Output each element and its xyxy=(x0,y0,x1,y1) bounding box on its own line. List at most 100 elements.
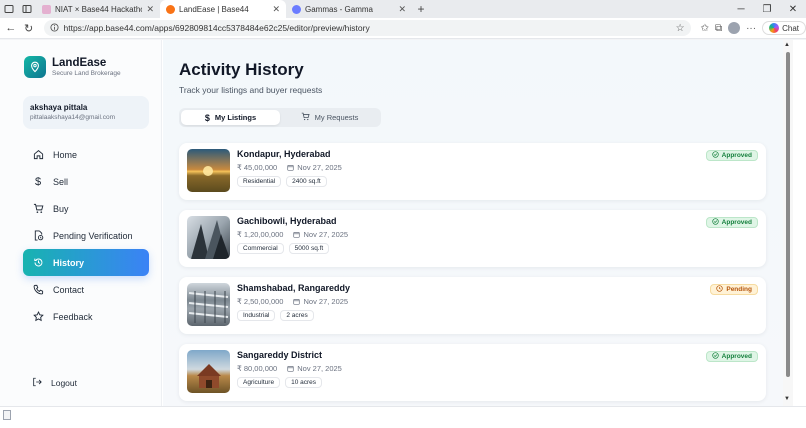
status-badge: Pending xyxy=(710,284,758,295)
user-name: akshaya pittala xyxy=(30,103,88,112)
calendar-icon xyxy=(293,298,301,305)
sidebar-item-buy[interactable]: Buy xyxy=(23,195,149,222)
listing-chips: Residential 2400 sq.ft xyxy=(237,176,327,187)
property-thumbnail xyxy=(187,283,230,326)
copilot-chat-button[interactable]: Chat xyxy=(762,21,806,35)
site-info-icon[interactable] xyxy=(49,22,59,34)
browser-tab-landease[interactable]: LandEase | Base44 ✕ xyxy=(160,0,286,18)
listing-title: Sangareddy District xyxy=(237,350,323,360)
page-title: Activity History xyxy=(179,60,304,79)
scroll-down-icon[interactable]: ▼ xyxy=(784,396,790,402)
brand[interactable]: LandEase Secure Land Brokerage xyxy=(24,56,121,78)
base44-favicon-icon xyxy=(166,4,175,14)
hackathon-favicon-icon xyxy=(42,4,51,14)
listing-card[interactable]: Sangareddy District ₹ 80,00,000 Nov 27, … xyxy=(179,344,766,401)
url-field[interactable]: https://app.base44.com/apps/692809814cc5… xyxy=(43,20,691,36)
main-content: Activity History Track your listings and… xyxy=(163,40,783,406)
calendar-icon xyxy=(287,164,294,171)
tab-label: My Listings xyxy=(214,113,257,122)
listing-card[interactable]: Kondapur, Hyderabad ₹ 45,00,000 Nov 27, … xyxy=(179,143,766,200)
listing-date: Nov 27, 2025 xyxy=(297,163,342,172)
listing-meta: ₹ 45,00,000 Nov 27, 2025 xyxy=(237,163,342,172)
property-thumbnail xyxy=(187,149,230,192)
tab-title: NIAT × Base44 Hackathon - C xyxy=(55,4,142,14)
browser-toolbar-right: ✩ ⧉ ··· Chat xyxy=(701,21,806,35)
tab-actions-icon[interactable] xyxy=(0,0,18,18)
check-circle-icon xyxy=(712,151,719,160)
app-viewport: LandEase Secure Land Brokerage akshaya p… xyxy=(0,40,806,406)
listing-card[interactable]: Gachibowli, Hyderabad ₹ 1,20,00,000 Nov … xyxy=(179,210,766,267)
maximize-icon[interactable]: ❐ xyxy=(754,0,780,18)
page-scrollbar[interactable]: ▲ ▼ xyxy=(783,40,793,406)
sidebar-item-label: Pending Verification xyxy=(53,230,133,241)
history-icon xyxy=(32,257,44,269)
sidebar-item-home[interactable]: Home xyxy=(23,141,149,168)
listing-chips: Industrial 2 acres xyxy=(237,310,314,321)
property-size-chip: 5000 sq.ft xyxy=(288,243,330,254)
file-clock-icon xyxy=(32,230,44,242)
close-tab-icon[interactable]: ✕ xyxy=(272,4,280,15)
listing-tabs: $ My Listings My Requests xyxy=(179,108,381,127)
favorite-star-icon[interactable]: ☆ xyxy=(676,23,685,34)
status-label: Approved xyxy=(721,152,752,159)
calendar-icon xyxy=(287,365,294,372)
browser-tab-gamma[interactable]: Gammas - Gamma ✕ xyxy=(286,0,412,18)
close-window-icon[interactable]: ✕ xyxy=(780,0,806,18)
listing-card[interactable]: Shamshabad, Rangareddy ₹ 2,50,00,000 Nov… xyxy=(179,277,766,334)
close-tab-icon[interactable]: ✕ xyxy=(398,4,406,15)
sidebar-nav: Home $ Sell Buy Pending Verification His… xyxy=(23,141,149,330)
sidebar-item-pending-verification[interactable]: Pending Verification xyxy=(23,222,149,249)
sidebar-item-contact[interactable]: Contact xyxy=(23,276,149,303)
property-thumbnail xyxy=(187,350,230,393)
brand-tagline: Secure Land Brokerage xyxy=(52,70,121,77)
property-size-chip: 10 acres xyxy=(285,377,323,388)
sidebar-item-sell[interactable]: $ Sell xyxy=(23,168,149,195)
more-menu-icon[interactable]: ··· xyxy=(746,23,756,34)
sidebar-item-label: Home xyxy=(53,149,78,160)
status-badge: Approved xyxy=(705,217,758,228)
collections-icon[interactable]: ⧉ xyxy=(715,23,722,34)
status-badge: Approved xyxy=(705,351,758,362)
new-tab-button[interactable]: + xyxy=(412,2,430,16)
bottom-strip xyxy=(0,406,806,428)
logout-button[interactable]: Logout xyxy=(32,377,77,389)
listing-date: Nov 27, 2025 xyxy=(303,230,349,239)
browser-tab-hackathon[interactable]: NIAT × Base44 Hackathon - C ✕ xyxy=(36,0,160,18)
user-card: akshaya pittala pittalaakshaya14@gmail.c… xyxy=(23,96,149,129)
listing-price: ₹ 1,20,00,000 xyxy=(237,230,284,239)
sidebar-item-label: Buy xyxy=(53,203,69,214)
listing-title: Shamshabad, Rangareddy xyxy=(237,283,351,293)
window-controls: ─ ❐ ✕ xyxy=(728,0,806,18)
url-text: https://app.base44.com/apps/692809814cc5… xyxy=(63,23,370,33)
phone-icon xyxy=(32,284,44,296)
sidebar-item-history[interactable]: History xyxy=(23,249,149,276)
listing-date-wrap: Nov 27, 2025 xyxy=(287,364,342,373)
address-bar-row: ← ↻ https://app.base44.com/apps/69280981… xyxy=(0,18,806,39)
property-thumbnail xyxy=(187,216,230,259)
close-tab-icon[interactable]: ✕ xyxy=(146,4,154,15)
gamma-favicon-icon xyxy=(292,4,301,14)
property-type-chip: Agriculture xyxy=(237,377,281,388)
favorites-icon[interactable]: ✩ xyxy=(701,23,709,34)
listing-price: ₹ 2,50,00,000 xyxy=(237,297,284,306)
status-label: Approved xyxy=(721,219,752,226)
home-icon xyxy=(32,149,44,161)
sidebar: LandEase Secure Land Brokerage akshaya p… xyxy=(0,40,162,406)
tab-my-listings[interactable]: $ My Listings xyxy=(181,110,280,125)
refresh-icon[interactable]: ↻ xyxy=(20,22,38,35)
profile-avatar-icon[interactable] xyxy=(728,22,741,34)
back-icon[interactable]: ← xyxy=(2,22,20,34)
tab-my-requests[interactable]: My Requests xyxy=(280,110,379,125)
calendar-icon xyxy=(293,231,301,238)
listing-date-wrap: Nov 27, 2025 xyxy=(293,297,348,306)
vertical-tabs-icon[interactable] xyxy=(18,0,36,18)
scroll-up-icon[interactable]: ▲ xyxy=(784,42,790,48)
sidebar-item-feedback[interactable]: Feedback xyxy=(23,303,149,330)
scrollbar-thumb[interactable] xyxy=(786,52,790,377)
listing-date: Nov 27, 2025 xyxy=(297,364,342,373)
listing-chips: Agriculture 10 acres xyxy=(237,377,323,388)
minimize-icon[interactable]: ─ xyxy=(728,0,754,18)
property-size-chip: 2 acres xyxy=(280,310,314,321)
listing-date: Nov 27, 2025 xyxy=(303,297,349,306)
sidebar-item-label: Feedback xyxy=(53,311,93,322)
